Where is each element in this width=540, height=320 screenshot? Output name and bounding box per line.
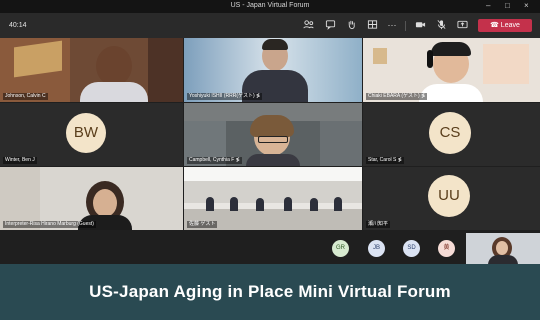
conference-ceiling [184, 167, 362, 181]
chat-icon[interactable] [324, 19, 336, 31]
attendee [206, 197, 214, 211]
overflow-avatar[interactable]: JB [368, 240, 385, 257]
headset-icon [427, 50, 433, 68]
participant-hair [431, 42, 471, 56]
participant-name: 佐藤 ゲスト [187, 221, 218, 228]
overflow-avatar[interactable]: SD [403, 240, 420, 257]
participant-name: Star, Carol S ≸ [366, 157, 404, 164]
title-bar: US - Japan Virtual Forum – □ × [0, 0, 540, 13]
participants-icon[interactable] [302, 19, 314, 31]
attendee [230, 197, 238, 211]
video-tile[interactable]: CS Star, Carol S ≸ [363, 103, 540, 166]
video-tile[interactable]: Yoshiyuki ISHII (RRR(ゲスト) ≸ [184, 38, 362, 102]
participant-name: Campbell, Cynthia F ≸ [187, 157, 242, 164]
attendee [284, 197, 292, 211]
participant-name: Chiaki EBARA (ゲスト) ≸ [366, 93, 428, 100]
video-tile[interactable]: Johnson, Calvin C [0, 38, 183, 102]
participant-hair [250, 115, 294, 137]
overflow-avatar[interactable]: 黄 [438, 240, 455, 257]
participant-shirt [246, 154, 300, 166]
self-view-tile[interactable] [466, 233, 540, 264]
leave-button[interactable]: ☎ Leave [478, 19, 532, 32]
camera-icon[interactable] [414, 19, 426, 31]
meeting-window: US - Japan Virtual Forum – □ × 40:14 ··· [0, 0, 540, 320]
background-window [320, 121, 362, 166]
video-tile[interactable]: Interpreter-Risa Hirano Marburg (Guest) [0, 167, 183, 230]
video-tile[interactable]: Campbell, Cynthia F ≸ [184, 103, 362, 166]
share-screen-icon[interactable] [456, 19, 468, 31]
attendee [256, 198, 264, 211]
self-shirt [488, 255, 518, 264]
participant-shirt [419, 84, 483, 102]
maximize-icon[interactable]: □ [505, 1, 510, 10]
minimize-icon[interactable]: – [486, 1, 490, 10]
avatar: UU [428, 175, 470, 217]
toolbar-divider [405, 21, 406, 31]
attendee [334, 197, 342, 211]
meeting-toolbar: 40:14 ··· ☎ Leave [0, 13, 540, 38]
video-tile[interactable]: BW Winter, Ben J [0, 103, 183, 166]
close-icon[interactable]: × [524, 1, 529, 10]
participant-name: Winter, Ben J [3, 157, 37, 164]
self-head [496, 241, 508, 255]
event-banner: US-Japan Aging in Place Mini Virtual For… [0, 264, 540, 320]
event-title: US-Japan Aging in Place Mini Virtual For… [89, 282, 451, 301]
overflow-avatar[interactable]: GR [332, 240, 349, 257]
mic-icon[interactable] [435, 19, 447, 31]
participant-hair [262, 39, 288, 50]
overflow-participants-bar [0, 231, 540, 264]
leave-button-label: Leave [500, 22, 520, 29]
participant-head [93, 189, 117, 217]
avatar: BW [66, 113, 106, 153]
background-shelf [148, 38, 183, 102]
glasses-icon [258, 136, 288, 143]
video-tile[interactable]: UU 瀬川知平 [363, 167, 540, 230]
participant-name: Yoshiyuki ISHII (RRR(ゲスト) ≸ [187, 93, 263, 100]
video-tile[interactable]: Chiaki EBARA (ゲスト) ≸ [363, 38, 540, 102]
background-frame [373, 48, 387, 64]
video-tile[interactable]: 佐藤 ゲスト [184, 167, 362, 230]
window-title: US - Japan Virtual Forum [230, 2, 310, 9]
raise-hand-icon[interactable] [345, 19, 357, 31]
avatar: CS [429, 112, 471, 154]
participant-name: Interpreter-Risa Hirano Marburg (Guest) [3, 221, 96, 228]
phone-hangup-icon: ☎ [490, 22, 501, 29]
rooms-icon[interactable] [366, 19, 378, 31]
participant-head [96, 46, 132, 86]
more-options-icon[interactable]: ··· [386, 19, 398, 31]
participant-name: 瀬川知平 [366, 221, 391, 228]
participant-name: Johnson, Calvin C [3, 93, 48, 100]
meeting-timer: 40:14 [9, 22, 27, 29]
attendee [310, 198, 318, 211]
background-wall [483, 44, 529, 84]
participant-shirt [80, 82, 148, 102]
